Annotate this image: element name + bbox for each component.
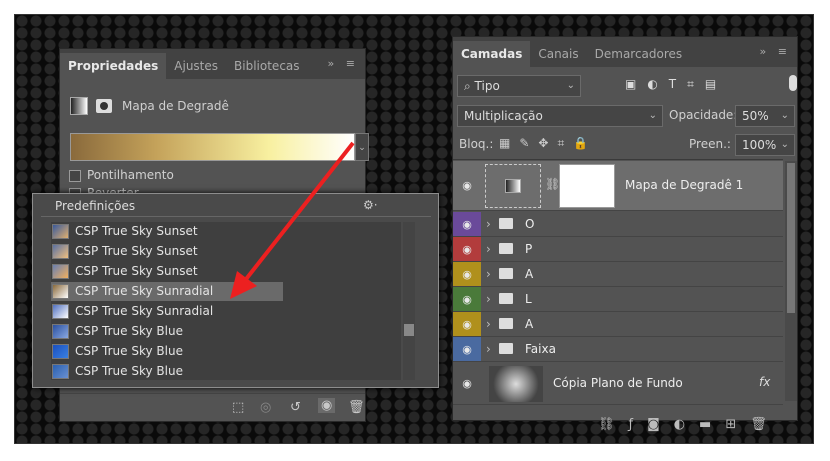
screenshot-stage: Propriedades Ajustes Bibliotecas » ≡ Map… (14, 14, 814, 444)
annotation-arrow (230, 141, 355, 299)
